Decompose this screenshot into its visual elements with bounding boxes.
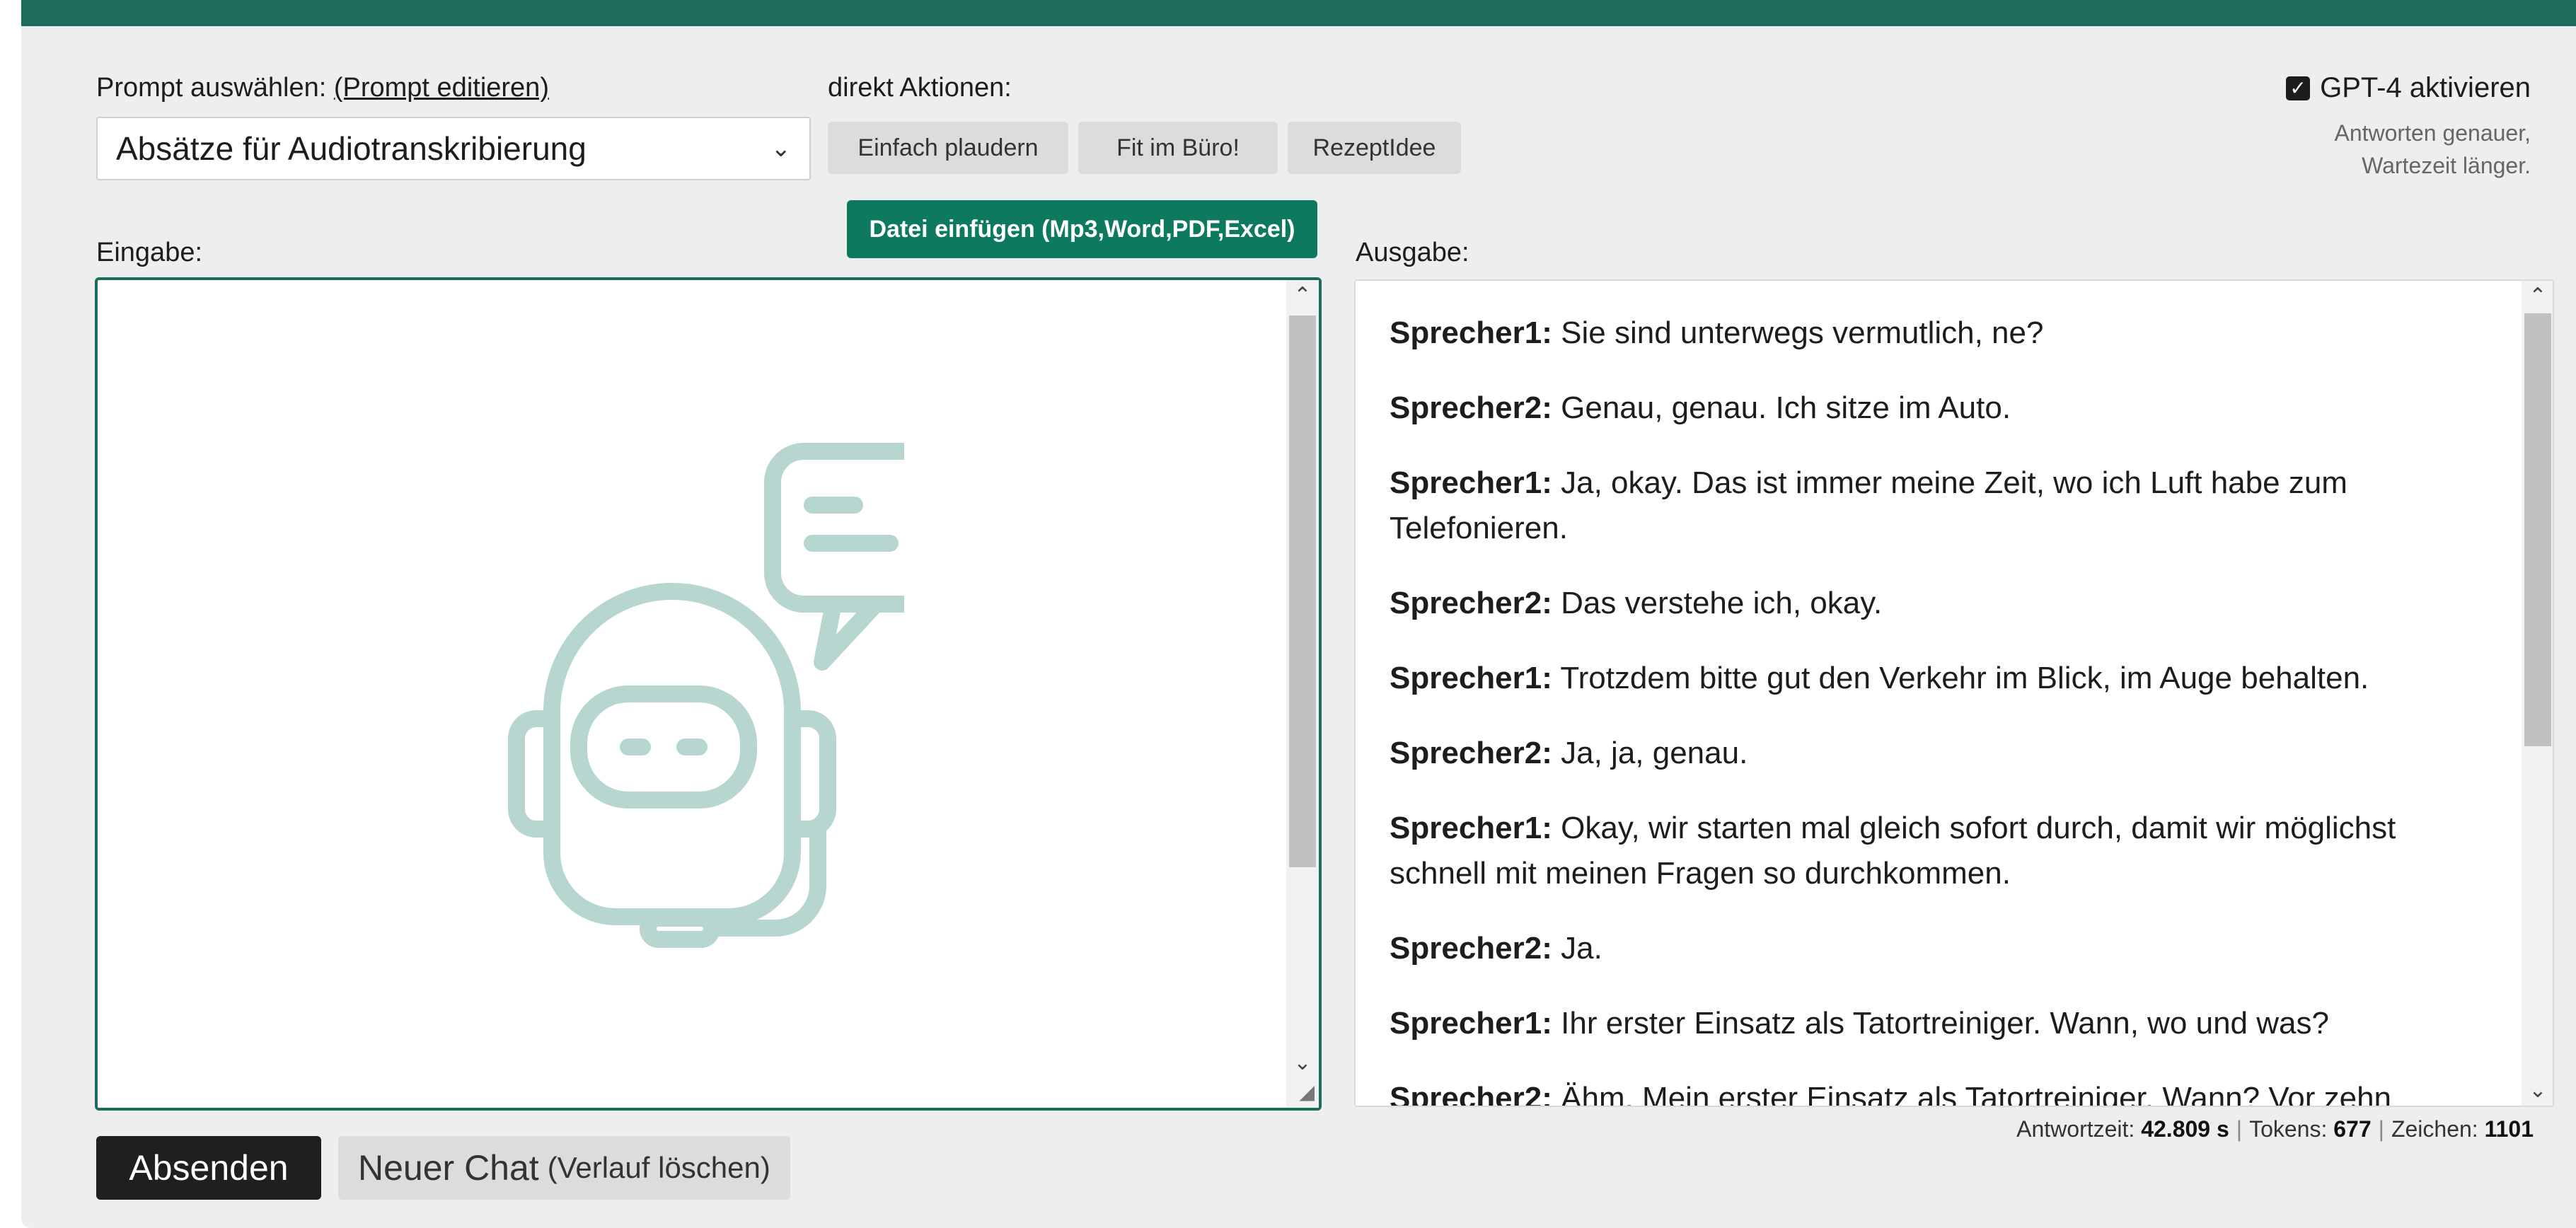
prompt-select[interactable]: Absätze für Audiotranskribierung ⌄	[96, 117, 811, 180]
tokens-label: Tokens:	[2249, 1116, 2328, 1142]
scroll-up-icon[interactable]: ⌃	[2522, 284, 2553, 308]
new-chat-label: Neuer Chat	[358, 1148, 539, 1188]
action-button-rezeptidee[interactable]: RezeptIdee	[1288, 122, 1461, 174]
prompt-label: Prompt auswählen:	[96, 73, 327, 103]
output-panel: Sprecher1: Sie sind unterwegs vermutlich…	[1354, 279, 2554, 1107]
chevron-down-icon: ⌄	[770, 135, 792, 162]
gpt4-note-line2: Wartezeit länger.	[2362, 153, 2531, 178]
response-time-value: 42.809 s	[2141, 1116, 2229, 1142]
prompt-label-row: Prompt auswählen: (Prompt editieren)	[96, 73, 549, 103]
tokens-value: 677	[2333, 1116, 2372, 1142]
checkbox-checked-icon[interactable]: ✓	[2286, 76, 2311, 100]
transcript-line: Sprecher1: Ja, okay. Das ist immer meine…	[1390, 465, 2347, 545]
chat-panel: Prompt auswählen: (Prompt editieren) Abs…	[21, 0, 2576, 1228]
output-scrollbar[interactable]: ⌃ ⌄	[2522, 281, 2553, 1106]
transcript-line: Sprecher1: Trotzdem bitte gut den Verkeh…	[1390, 661, 2369, 695]
transcript-line: Sprecher2: Ähm. Mein erster Einsatz als …	[1390, 1081, 2392, 1107]
scroll-down-icon[interactable]: ⌄	[1286, 1050, 1319, 1075]
transcript-line: Sprecher2: Ja, ja, genau.	[1390, 736, 1748, 770]
input-textarea[interactable]: ⌃ ⌄ ◢	[95, 277, 1322, 1111]
output-transcript: Sprecher1: Sie sind unterwegs vermutlich…	[1390, 311, 2496, 1107]
scroll-down-icon[interactable]: ⌄	[2522, 1078, 2553, 1103]
output-label: Ausgabe:	[1356, 238, 1469, 267]
actions-label: direkt Aktionen:	[828, 73, 1012, 103]
transcript-line: Sprecher1: Okay, wir starten mal gleich …	[1390, 811, 2396, 891]
scroll-up-icon[interactable]: ⌃	[1286, 283, 1319, 308]
top-accent-bar	[21, 0, 2576, 26]
response-stats: Antwortzeit: 42.809 s | Tokens: 677 | Zeiche…	[2016, 1116, 2534, 1142]
action-button-fit-im-buero[interactable]: Fit im Büro!	[1078, 122, 1278, 174]
new-chat-hint: (Verlauf löschen)	[547, 1151, 770, 1184]
transcript-line: Sprecher2: Genau, genau. Ich sitze im Au…	[1390, 390, 2011, 425]
resize-grip-icon[interactable]: ◢	[1299, 1080, 1315, 1104]
chars-value: 1101	[2484, 1116, 2534, 1142]
edit-prompt-link[interactable]: (Prompt editieren)	[334, 73, 549, 103]
insert-file-button[interactable]: Datei einfügen (Mp3,Word,PDF,Excel)	[847, 200, 1317, 258]
action-button-plaudern[interactable]: Einfach plaudern	[828, 122, 1068, 174]
new-chat-button[interactable]: Neuer Chat (Verlauf löschen)	[338, 1136, 790, 1200]
input-scroll-thumb[interactable]	[1289, 315, 1316, 867]
input-scrollbar[interactable]: ⌃ ⌄	[1286, 280, 1319, 1108]
send-button[interactable]: Absenden	[96, 1136, 321, 1200]
transcript-line: Sprecher2: Das verstehe ich, okay.	[1390, 586, 1883, 620]
chatbot-icon	[508, 443, 904, 948]
response-time-label: Antwortzeit:	[2016, 1116, 2135, 1142]
output-scroll-thumb[interactable]	[2524, 313, 2551, 746]
transcript-line: Sprecher1: Ihr erster Einsatz als Tatort…	[1390, 1006, 2329, 1041]
gpt4-label: GPT-4 aktivieren	[2320, 72, 2531, 103]
gpt4-note: Antworten genauer, Wartezeit länger.	[2334, 117, 2531, 182]
chars-label: Zeichen:	[2391, 1116, 2478, 1142]
gpt4-toggle[interactable]: ✓ GPT-4 aktivieren	[2286, 72, 2531, 104]
gpt4-note-line1: Antworten genauer,	[2334, 120, 2531, 146]
transcript-line: Sprecher2: Ja.	[1390, 931, 1602, 966]
input-label: Eingabe:	[96, 238, 203, 267]
transcript-line: Sprecher1: Sie sind unterwegs vermutlich…	[1390, 315, 2044, 350]
prompt-selected-value: Absätze für Audiotranskribierung	[116, 130, 587, 167]
